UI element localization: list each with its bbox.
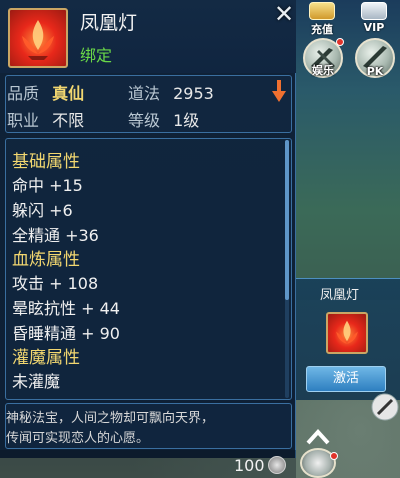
chevron-up-icon[interactable] [306,428,330,446]
description-line-2: 传闻可实现恋人的心愿。 [6,431,150,446]
section-header-infuse: 灌魔属性 [12,348,80,368]
lotus-flame-icon [336,320,358,344]
attribute-item: 晕眩抗性 + 44 [12,299,120,318]
recharge-button[interactable]: 充值 [300,2,344,40]
attribute-item: 攻击 + 108 [12,274,99,293]
quality-label: 品质 [7,84,40,103]
level-label: 等级 [128,111,161,130]
attribute-item: 躲闪 +6 [12,201,73,220]
arrow-down-icon[interactable] [272,80,286,102]
career-label: 职业 [7,111,40,130]
section-header-basic: 基础属性 [12,152,80,172]
bind-status: 绑定 [80,46,113,65]
silver-coin-icon [268,456,286,474]
notification-dot [336,38,344,46]
compass-icon[interactable] [370,392,400,422]
attribute-item: 未灌魔 [12,372,61,391]
attribute-item: 昏睡精通 + 90 [12,324,120,343]
info-row-daofa: 道法 2953 [128,80,214,104]
lotus-flame-icon [22,20,54,60]
attribute-item: 全精通 +36 [12,226,99,245]
close-icon[interactable]: ✕ [272,2,296,26]
attribute-list[interactable]: 基础属性 命中 +15 躲闪 +6 全精通 +36 血炼属性 攻击 + 108 … [5,138,292,400]
pk-button[interactable]: PK [355,38,395,78]
quality-value: 真仙 [52,84,85,103]
notification-dot [330,452,338,460]
info-row-quality: 品质 真仙 [7,80,84,104]
daofa-value: 2953 [173,84,214,103]
side-phoenix-lamp-icon[interactable] [326,312,368,354]
career-value: 不限 [52,111,85,130]
recharge-icon [309,2,335,20]
section-header-blood: 血炼属性 [12,250,80,270]
attribute-item: 命中 +15 [12,176,83,195]
description-line-1: 神秘法宝，人间之物却可飘向天界， [6,411,215,426]
item-name: 凤凰灯 [80,12,138,34]
info-row-career: 职业 不限 [7,107,84,131]
vip-button[interactable]: VIP [352,2,396,40]
level-value: 1级 [173,111,200,130]
scrollbar-thumb[interactable] [285,140,289,300]
vip-icon [361,2,387,20]
phoenix-lamp-icon [8,8,68,68]
price-value: 100 [234,456,265,475]
daofa-label: 道法 [128,84,161,103]
activate-button[interactable]: 激活 [306,366,386,392]
side-item-name: 凤凰灯 [320,288,360,303]
info-row-level: 等级 1级 [128,107,199,131]
